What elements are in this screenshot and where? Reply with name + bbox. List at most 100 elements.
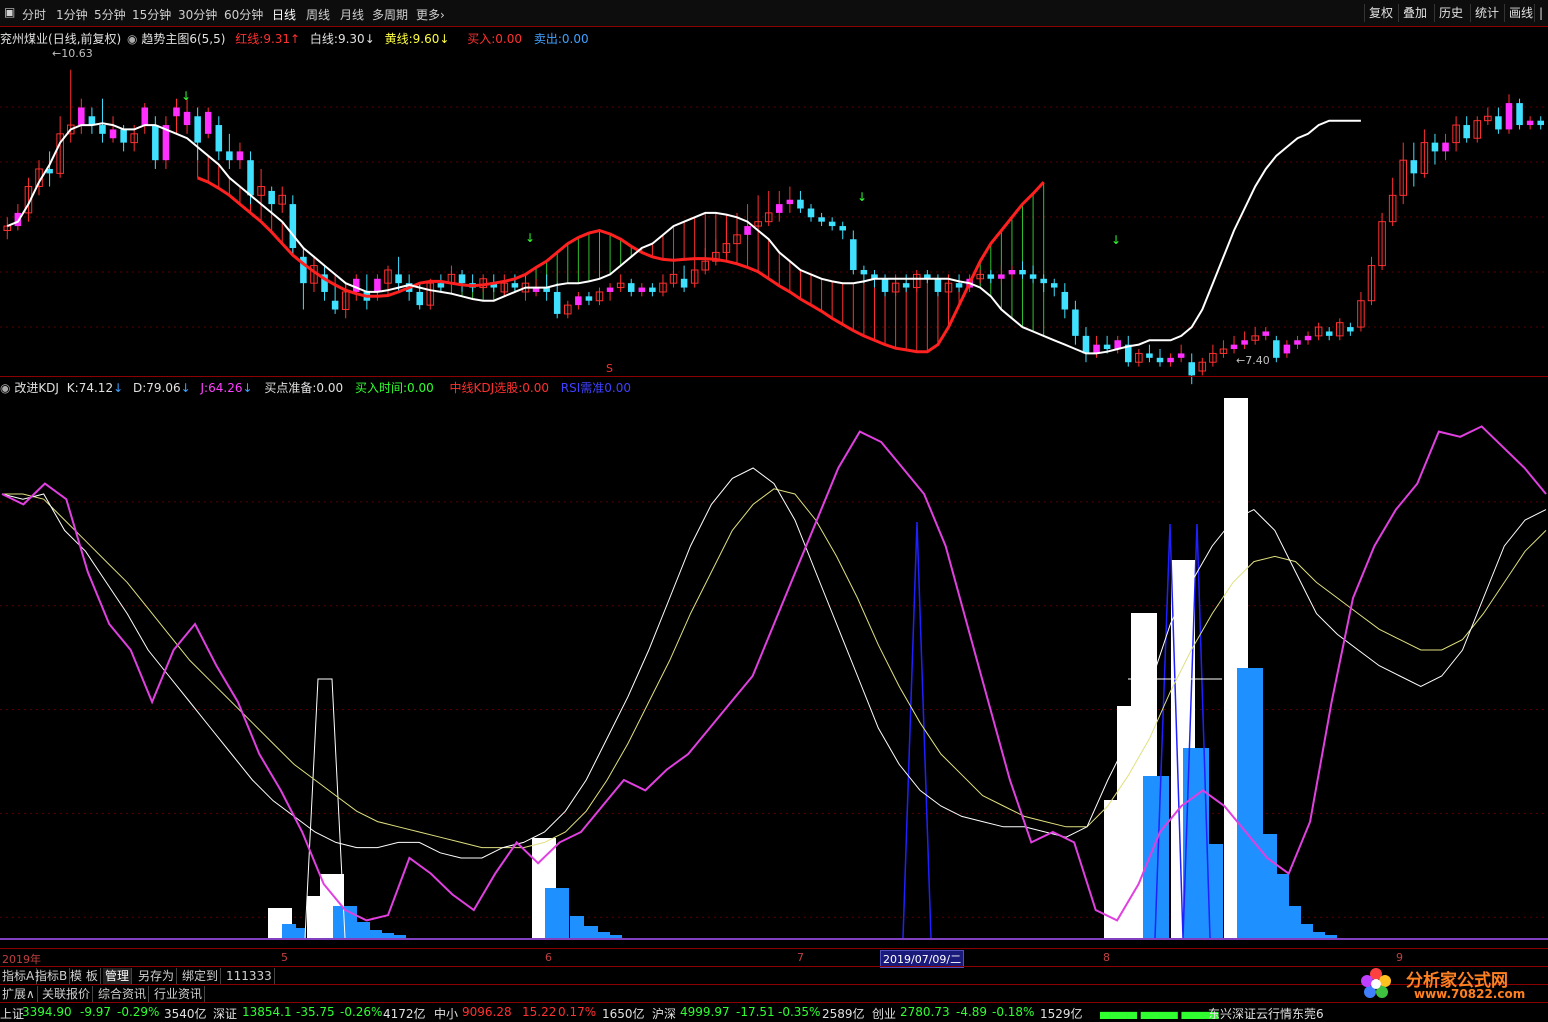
period-60min[interactable]: 60分钟	[224, 6, 263, 23]
arrow-left-icon: ←	[1236, 354, 1246, 367]
period-1min[interactable]: 1分钟	[56, 6, 88, 23]
candle-body	[511, 283, 519, 288]
candle-body	[1103, 344, 1111, 350]
candle-body	[458, 274, 466, 284]
kdj-signal-bar	[1117, 706, 1131, 938]
toolbar-menu-icon[interactable]: ▣	[4, 5, 15, 19]
candle-body	[1273, 340, 1280, 358]
tab-indicator-b[interactable]: 指标B	[33, 968, 71, 984]
date-label-jul: 7	[797, 951, 804, 964]
period-multi[interactable]: 多周期	[372, 6, 408, 23]
period-30min[interactable]: 30分钟	[178, 6, 217, 23]
kdj-signal-bar	[294, 928, 306, 938]
panel-divider	[0, 376, 1548, 377]
kdj-signal-bar	[1289, 906, 1301, 938]
sz-name[interactable]: 深证	[213, 1005, 237, 1022]
candle-body	[374, 278, 381, 292]
tab-industry-news[interactable]: 行业资讯	[152, 986, 206, 1002]
tab-custom[interactable]: 111333	[224, 968, 275, 984]
arrow-down-icon: ↓	[857, 190, 867, 204]
kdj-signal-bar	[1325, 935, 1337, 938]
zx-name[interactable]: 中小	[434, 1005, 458, 1022]
date-label-year: 2019年	[2, 953, 41, 966]
kdj-signal-bar	[307, 896, 321, 938]
kdj-signal-bar	[282, 924, 296, 938]
period-monthly[interactable]: 月线	[340, 6, 364, 23]
cy-value: 2780.73	[900, 1005, 950, 1019]
chevron-right-icon: ›	[440, 8, 445, 22]
candle-body	[173, 107, 180, 117]
candle-body	[152, 125, 159, 161]
candle-body	[553, 291, 561, 314]
period-15min[interactable]: 15分钟	[132, 6, 171, 23]
high-price-mark: ←10.63	[52, 47, 93, 60]
candle-body	[215, 125, 223, 152]
main-grid	[0, 106, 1548, 328]
statistics-button[interactable]: 统计	[1470, 4, 1503, 22]
candle-body	[776, 204, 783, 213]
period-5min[interactable]: 5分钟	[94, 6, 126, 23]
tab-bind-to[interactable]: 绑定到	[180, 968, 222, 984]
kdj-baseline	[0, 938, 1548, 940]
candle-body	[204, 111, 212, 134]
logo-url: www.70822.com	[1414, 987, 1526, 1001]
kdj-bars	[268, 398, 1337, 939]
period-daily[interactable]: 日线	[272, 6, 296, 23]
candle-body	[1156, 357, 1164, 363]
hs-percent: -0.35%	[778, 1005, 821, 1019]
sh-name[interactable]: 上证	[0, 1005, 24, 1022]
candle-body	[1325, 331, 1333, 336]
candle-body	[247, 160, 254, 196]
candle-body	[987, 274, 995, 279]
restore-rights-button[interactable]: 复权	[1364, 4, 1397, 22]
sh-percent: -0.29%	[117, 1005, 160, 1019]
status-bar: 上证 3394.90 -9.97 -0.29% 3540亿 深证 13854.1…	[0, 1002, 1548, 1021]
sz-change: -35.75	[296, 1005, 335, 1019]
candle-body	[998, 274, 1005, 279]
kdj-signal-bar	[1209, 844, 1223, 938]
candlesticks	[3, 69, 1544, 385]
period-more[interactable]: 更多›	[416, 6, 445, 23]
tab-expand[interactable]: 扩展∧	[0, 986, 38, 1002]
tab-news[interactable]: 综合资讯	[96, 986, 150, 1002]
arrow-left-icon: ←	[52, 47, 62, 60]
cy-change: -4.89	[956, 1005, 988, 1019]
candle-body	[1188, 362, 1196, 376]
high-price-value: 10.63	[61, 47, 93, 60]
tab-indicator-a[interactable]: 指标A	[0, 968, 38, 984]
period-intraday[interactable]: 分时	[22, 6, 46, 23]
candle-body	[1283, 344, 1291, 354]
candle-body	[1304, 335, 1312, 341]
tab-template[interactable]: 模 板	[68, 968, 101, 984]
draw-button[interactable]: 画线	[1504, 4, 1537, 22]
candle-body	[1177, 353, 1185, 358]
period-weekly[interactable]: 周线	[306, 6, 330, 23]
hs-name[interactable]: 沪深	[652, 1005, 676, 1022]
kdj-signal-bar	[382, 933, 394, 938]
history-button[interactable]: 历史	[1434, 4, 1467, 22]
tab-manage[interactable]: 管理	[103, 968, 133, 984]
kdj-signal-bar	[598, 932, 610, 938]
kdj-signal-bar	[1237, 668, 1263, 938]
tab-related-quotes[interactable]: 关联报价	[40, 986, 94, 1002]
cy-name[interactable]: 创业	[872, 1005, 896, 1022]
sz-value: 13854.1	[242, 1005, 292, 1019]
candle-body	[1029, 274, 1037, 279]
indicator-tabs: 指标A 指标B 模 板 管理 另存为 绑定到 111333	[0, 966, 1548, 985]
candle-body	[1040, 278, 1047, 284]
kdj-signal-bar	[570, 916, 584, 938]
chart-area[interactable]: ↓ ↓ ↓ ↓	[0, 26, 1548, 948]
overlay-button[interactable]: 叠加	[1398, 4, 1431, 22]
zx-amount: 1650亿	[602, 1007, 645, 1021]
info-tabs: 扩展∧ 关联报价 综合资讯 行业资讯	[0, 984, 1548, 1003]
candle-body	[1061, 291, 1069, 310]
candle-body	[680, 278, 688, 288]
zx-value: 9096.28	[462, 1005, 512, 1019]
kdj-signal-bar	[1263, 834, 1277, 938]
candle-body	[395, 274, 402, 284]
tab-save-as[interactable]: 另存为	[136, 968, 178, 984]
sh-value: 3394.90	[22, 1005, 72, 1019]
candle-body	[850, 239, 857, 270]
arrow-down-icon: ↓	[1111, 233, 1121, 247]
window-control-icon[interactable]: |	[1534, 4, 1547, 22]
